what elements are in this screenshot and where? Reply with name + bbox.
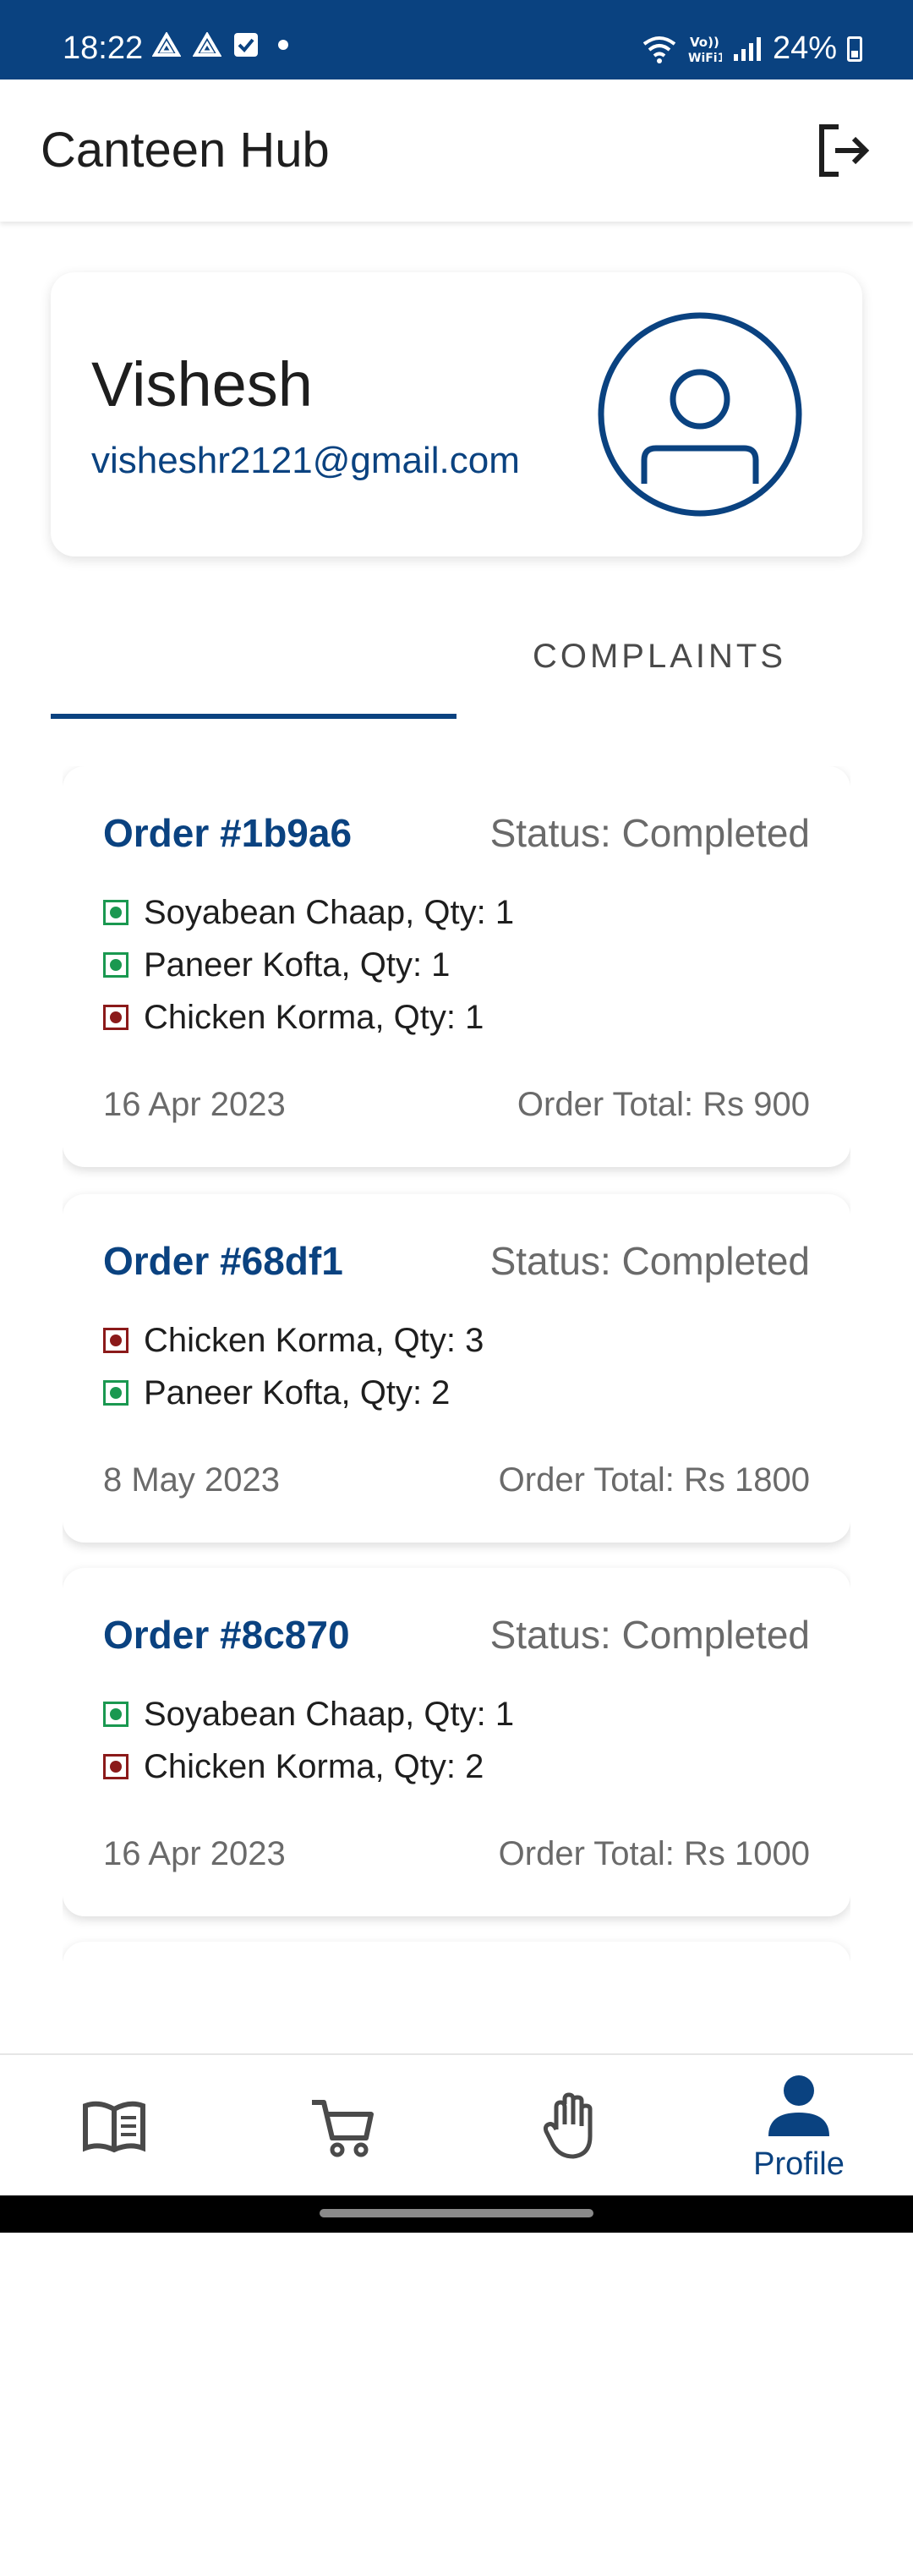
order-id: Order #8c870 bbox=[103, 1613, 350, 1657]
system-status: Vo)) WiFi1 24% bbox=[641, 30, 862, 67]
order-item-text: Chicken Korma, Qty: 1 bbox=[144, 998, 484, 1036]
profile-name: Vishesh bbox=[91, 349, 313, 419]
app-bar: Canteen Hub bbox=[0, 79, 913, 222]
app-title: Canteen Hub bbox=[41, 123, 330, 178]
order-item: Chicken Korma, Qty: 1 bbox=[103, 996, 484, 1039]
status-bar: 18:22 Vo)) WiFi1 24% bbox=[0, 0, 913, 79]
nav-profile[interactable]: Profile bbox=[685, 2055, 913, 2197]
signal-icon bbox=[733, 36, 761, 61]
order-card[interactable] bbox=[63, 1942, 850, 1967]
order-date: 16 Apr 2023 bbox=[103, 1086, 286, 1123]
order-item: Paneer Kofta, Qty: 1 bbox=[103, 944, 450, 986]
dot-icon bbox=[278, 40, 288, 50]
order-item: Soyabean Chaap, Qty: 1 bbox=[103, 1693, 514, 1735]
battery-percent: 24% bbox=[772, 30, 837, 66]
order-status: Status: Completed bbox=[489, 1613, 810, 1657]
checkbox-notification-icon bbox=[234, 33, 258, 57]
order-item: Chicken Korma, Qty: 2 bbox=[103, 1746, 484, 1788]
veg-icon bbox=[103, 900, 128, 925]
order-status: Status: Completed bbox=[489, 811, 810, 855]
avatar-icon bbox=[598, 312, 802, 517]
orders-list[interactable]: Order #1b9a6 Status: Completed Soyabean … bbox=[63, 766, 850, 1967]
order-item-text: Chicken Korma, Qty: 3 bbox=[144, 1321, 484, 1359]
cart-icon bbox=[312, 2100, 374, 2157]
nav-menu[interactable] bbox=[0, 2055, 228, 2197]
order-item-text: Soyabean Chaap, Qty: 1 bbox=[144, 1695, 515, 1733]
drive-notification-icon bbox=[152, 32, 181, 57]
nonveg-icon bbox=[103, 1754, 128, 1779]
tab-complaints[interactable]: COMPLAINTS bbox=[456, 609, 862, 719]
profile-email: visheshr2121@gmail.com bbox=[91, 440, 520, 481]
tab-indicator bbox=[51, 714, 456, 719]
order-item-text: Chicken Korma, Qty: 2 bbox=[144, 1747, 484, 1785]
battery-icon bbox=[847, 36, 862, 62]
veg-icon bbox=[103, 952, 128, 978]
profile-card: Vishesh visheshr2121@gmail.com bbox=[51, 272, 862, 556]
order-date: 16 Apr 2023 bbox=[103, 1835, 286, 1872]
drive-notification-icon bbox=[193, 32, 221, 57]
nav-complaints[interactable] bbox=[456, 2055, 685, 2197]
hand-icon bbox=[543, 2092, 593, 2159]
order-card[interactable]: Order #1b9a6 Status: Completed Soyabean … bbox=[63, 766, 850, 1167]
notification-icons bbox=[152, 32, 296, 58]
order-item-text: Paneer Kofta, Qty: 2 bbox=[144, 1373, 451, 1411]
order-card[interactable]: Order #8c870 Status: Completed Soyabean … bbox=[63, 1568, 850, 1916]
gesture-bar bbox=[0, 2195, 913, 2233]
svg-text:Vo)): Vo)) bbox=[690, 35, 719, 50]
order-item: Soyabean Chaap, Qty: 1 bbox=[103, 891, 514, 934]
svg-text:WiFi1: WiFi1 bbox=[688, 52, 722, 64]
person-icon bbox=[768, 2075, 829, 2136]
order-id: Order #1b9a6 bbox=[103, 811, 353, 855]
wifi-icon bbox=[642, 36, 676, 63]
home-indicator[interactable] bbox=[320, 2209, 593, 2217]
order-item: Chicken Korma, Qty: 3 bbox=[103, 1319, 484, 1362]
order-total: Order Total: Rs 1800 bbox=[498, 1461, 810, 1499]
order-item-text: Paneer Kofta, Qty: 1 bbox=[144, 945, 451, 984]
bottom-nav: Profile bbox=[0, 2053, 913, 2195]
tab-bar: ORDERS COMPLAINTS bbox=[51, 609, 862, 1441]
order-card[interactable]: Order #68df1 Status: Completed Chicken K… bbox=[63, 1194, 850, 1543]
veg-icon bbox=[103, 1380, 128, 1406]
nav-profile-label: Profile bbox=[753, 2146, 845, 2182]
order-total: Order Total: Rs 1000 bbox=[498, 1835, 810, 1872]
order-item-text: Soyabean Chaap, Qty: 1 bbox=[144, 893, 515, 931]
volte-icon: Vo)) WiFi1 bbox=[688, 35, 722, 64]
order-status: Status: Completed bbox=[489, 1239, 810, 1283]
order-id: Order #68df1 bbox=[103, 1239, 343, 1283]
logout-icon[interactable] bbox=[812, 118, 876, 183]
menu-book-icon bbox=[83, 2101, 145, 2153]
order-total: Order Total: Rs 900 bbox=[517, 1086, 810, 1123]
nonveg-icon bbox=[103, 1328, 128, 1353]
status-time: 18:22 bbox=[63, 30, 144, 66]
order-date: 8 May 2023 bbox=[103, 1461, 281, 1499]
veg-icon bbox=[103, 1702, 128, 1727]
order-item: Paneer Kofta, Qty: 2 bbox=[103, 1372, 450, 1414]
nonveg-icon bbox=[103, 1005, 128, 1030]
nav-cart[interactable] bbox=[228, 2055, 456, 2197]
